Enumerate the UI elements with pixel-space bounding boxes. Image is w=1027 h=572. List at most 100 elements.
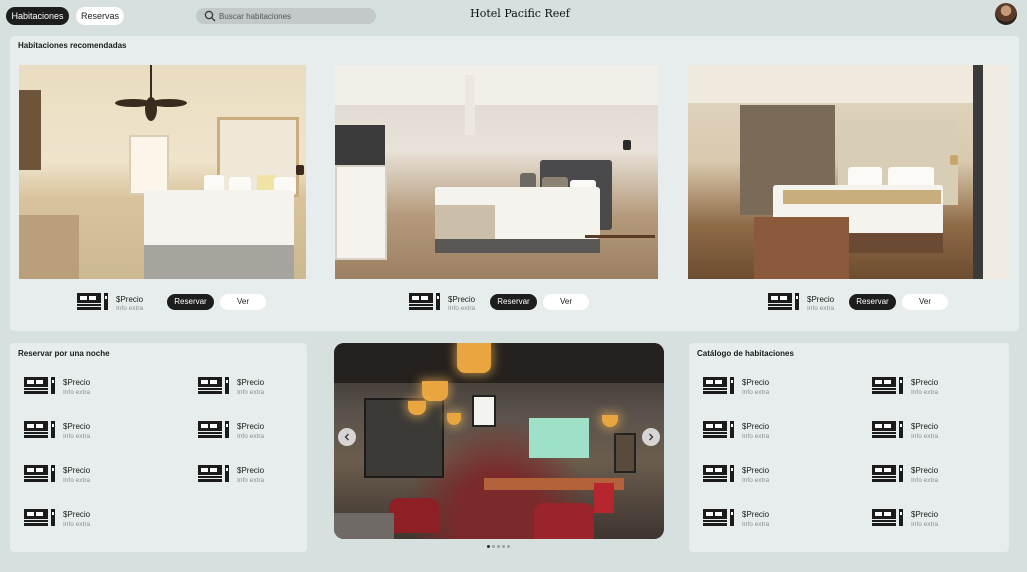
carousel-dot[interactable] — [487, 545, 490, 548]
room-list-item[interactable]: $Precio Info extra — [703, 508, 803, 530]
carousel-dot[interactable] — [502, 545, 505, 548]
bed-icon — [703, 509, 734, 526]
room-info: Info extra — [742, 521, 770, 528]
one-night-panel: Reservar por una noche $Precio Info extra… — [10, 343, 307, 552]
bed-icon — [872, 377, 903, 394]
search-icon — [204, 10, 216, 22]
room-price: $Precio — [742, 378, 770, 387]
bed-icon — [872, 509, 903, 526]
bed-icon — [198, 465, 229, 482]
room-info: Info extra — [237, 389, 265, 396]
bed-icon — [24, 421, 55, 438]
view-button[interactable]: Ver — [902, 294, 948, 310]
bed-icon — [768, 293, 799, 310]
reserve-button[interactable]: Reservar — [490, 294, 537, 310]
room-list-item[interactable]: $Precio Info extra — [24, 420, 124, 442]
room-list-item[interactable]: $Precio Info extra — [198, 464, 298, 486]
room-card-footer-2: $Precio Info extra Reservar Ver — [409, 292, 609, 312]
panel-title: Habitaciones recomendadas — [18, 41, 127, 50]
room-list-item[interactable]: $Precio Info extra — [872, 464, 972, 486]
bed-icon — [703, 465, 734, 482]
room-info: Info extra — [911, 389, 939, 396]
catalog-panel: Catálogo de habitaciones $Precio Info ext… — [689, 343, 1009, 552]
room-list-item[interactable]: $Precio Info extra — [872, 420, 972, 442]
view-button[interactable]: Ver — [220, 294, 266, 310]
room-photo-3[interactable] — [688, 65, 1010, 279]
room-info: Info extra — [742, 433, 770, 440]
reserve-button[interactable]: Reservar — [167, 294, 214, 310]
room-price: $Precio — [742, 466, 770, 475]
room-price: $Precio — [911, 510, 939, 519]
room-price: $Precio — [911, 422, 939, 431]
room-info: Info extra — [911, 477, 939, 484]
carousel-prev-button[interactable] — [338, 428, 356, 446]
room-info: Info extra — [237, 433, 265, 440]
room-list-item[interactable]: $Precio Info extra — [703, 376, 803, 398]
bed-icon — [703, 421, 734, 438]
room-list-item[interactable]: $Precio Info extra — [24, 464, 124, 486]
room-info: Info extra — [448, 305, 476, 312]
carousel-dot[interactable] — [507, 545, 510, 548]
room-info: Info extra — [742, 477, 770, 484]
room-price: $Precio — [63, 466, 91, 475]
carousel-next-button[interactable] — [642, 428, 660, 446]
room-card-footer-3: $Precio Info extra Reservar Ver — [768, 292, 968, 312]
room-price: $Precio — [237, 422, 265, 431]
room-price: $Precio — [237, 378, 265, 387]
bed-icon — [409, 293, 440, 310]
bed-icon — [198, 421, 229, 438]
room-list-item[interactable]: $Precio Info extra — [198, 420, 298, 442]
bed-icon — [872, 465, 903, 482]
room-list-item[interactable]: $Precio Info extra — [24, 508, 124, 530]
bed-icon — [872, 421, 903, 438]
room-info: Info extra — [63, 477, 91, 484]
room-info: Info extra — [911, 521, 939, 528]
room-list-item[interactable]: $Precio Info extra — [24, 376, 124, 398]
room-info: Info extra — [237, 477, 265, 484]
room-list-item[interactable]: $Precio Info extra — [198, 376, 298, 398]
avatar[interactable] — [995, 3, 1017, 25]
panel-title: Reservar por una noche — [18, 349, 110, 358]
bed-icon — [24, 465, 55, 482]
hotel-name: Hotel Pacific Reef — [470, 7, 570, 20]
room-price: $Precio — [911, 378, 939, 387]
search-input[interactable] — [219, 8, 369, 24]
bed-icon — [24, 509, 55, 526]
bed-icon — [198, 377, 229, 394]
recommended-panel: Habitaciones recomendadas $Precio Info e… — [10, 36, 1019, 331]
room-list-item[interactable]: $Precio Info extra — [872, 508, 972, 530]
tab-habitaciones[interactable]: Habitaciones — [6, 7, 69, 25]
room-photo-1[interactable] — [19, 65, 306, 279]
bed-icon — [703, 377, 734, 394]
room-price: $Precio — [742, 422, 770, 431]
room-price: $Precio — [911, 466, 939, 475]
room-list-item[interactable]: $Precio Info extra — [872, 376, 972, 398]
image-carousel[interactable] — [334, 343, 664, 539]
room-price: $Precio — [742, 510, 770, 519]
chevron-left-icon — [344, 433, 349, 441]
carousel-dot[interactable] — [497, 545, 500, 548]
room-price: $Precio — [63, 422, 91, 431]
room-list-item[interactable]: $Precio Info extra — [703, 464, 803, 486]
room-card-footer-1: $Precio Info extra Reservar Ver — [77, 292, 277, 312]
room-info: Info extra — [63, 433, 91, 440]
room-price: $Precio — [448, 295, 476, 304]
search-bar[interactable] — [196, 8, 376, 24]
room-info: Info extra — [116, 305, 144, 312]
view-button[interactable]: Ver — [543, 294, 589, 310]
carousel-dot[interactable] — [492, 545, 495, 548]
room-price: $Precio — [116, 295, 144, 304]
reserve-button[interactable]: Reservar — [849, 294, 896, 310]
room-photo-2[interactable] — [335, 65, 658, 279]
room-info: Info extra — [742, 389, 770, 396]
room-info: Info extra — [63, 389, 91, 396]
bed-icon — [24, 377, 55, 394]
panel-title: Catálogo de habitaciones — [697, 349, 794, 358]
room-info: Info extra — [807, 305, 835, 312]
room-price: $Precio — [237, 466, 265, 475]
tab-reservas[interactable]: Reservas — [76, 7, 124, 25]
room-list-item[interactable]: $Precio Info extra — [703, 420, 803, 442]
room-info: Info extra — [63, 521, 91, 528]
room-info: Info extra — [911, 433, 939, 440]
bed-icon — [77, 293, 108, 310]
